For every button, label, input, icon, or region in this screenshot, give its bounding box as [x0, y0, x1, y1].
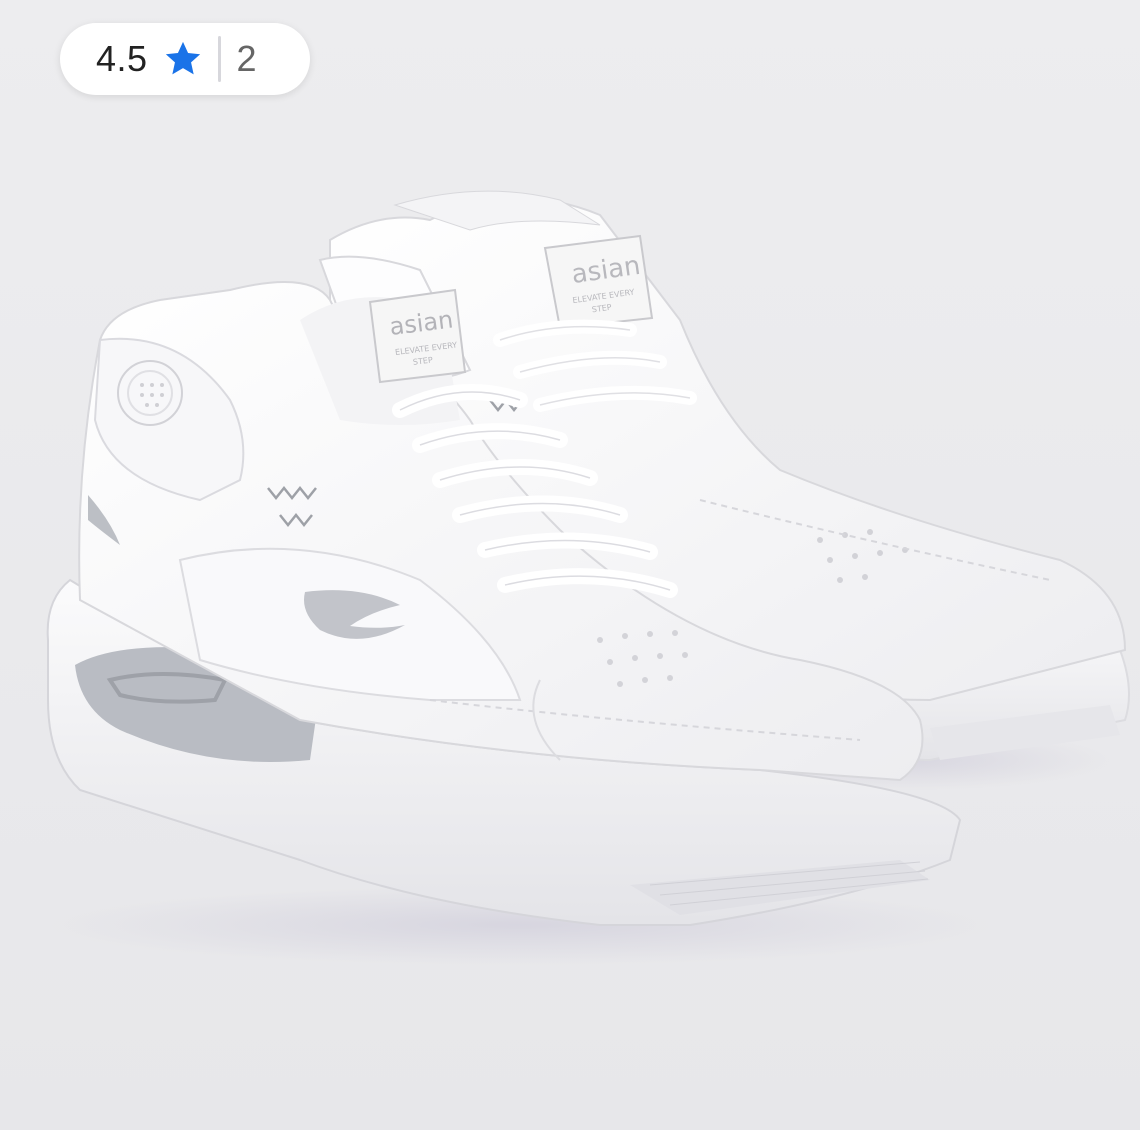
product-image[interactable]: asian ELEVATE EVERY STEP asian ELEVATE E…: [0, 0, 1140, 1130]
star-icon: [162, 38, 204, 80]
rating-count: 2: [236, 38, 257, 79]
rating-badge[interactable]: 4.5 2: [60, 23, 310, 95]
product-gallery: asian ELEVATE EVERY STEP asian ELEVATE E…: [0, 0, 1140, 1130]
rating-value: 4.5: [96, 38, 148, 79]
rating-divider: [217, 36, 221, 82]
